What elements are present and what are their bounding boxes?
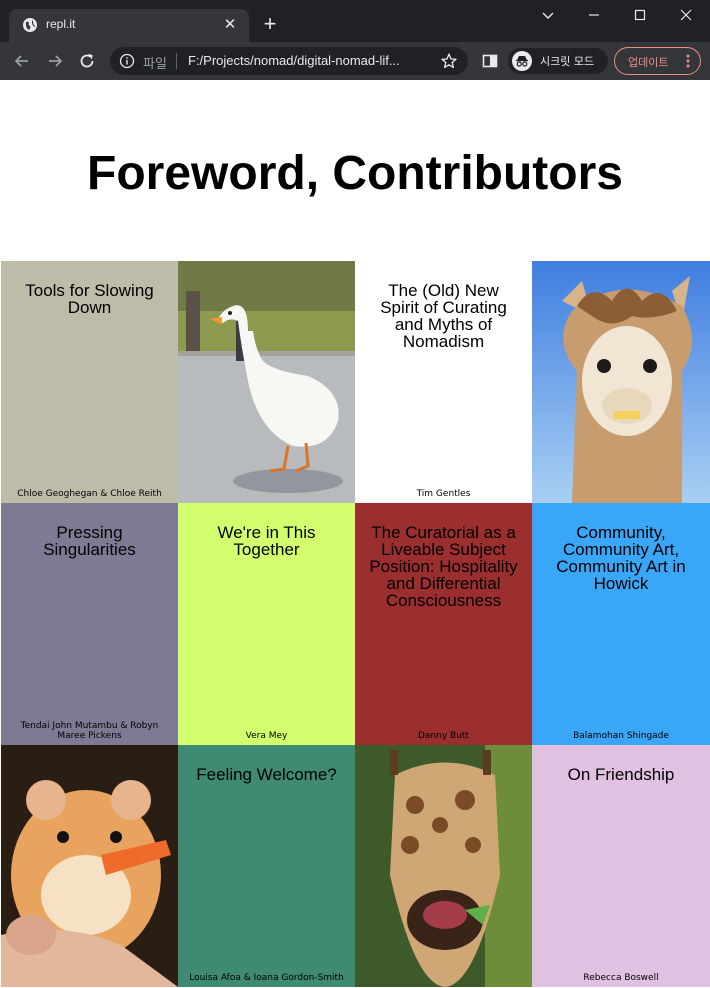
essay-title: We're in This Together: [217, 523, 316, 559]
incognito-label: 시크릿 모드: [540, 55, 595, 68]
reload-icon[interactable]: [77, 51, 97, 71]
update-label: 업데이트: [628, 56, 669, 69]
browser-tab[interactable]: repl.it ✕: [9, 9, 249, 42]
essay-title: The Curatorial as a Liveable Subject Pos…: [369, 523, 518, 610]
essay-author: Danny Butt: [418, 731, 469, 741]
plus-icon[interactable]: +: [260, 13, 280, 35]
essay-tile[interactable]: We're in This Together Vera Mey: [178, 503, 355, 745]
essay-author: Vera Mey: [245, 731, 288, 741]
forward-icon[interactable]: [45, 51, 65, 71]
essay-author: Tim Gentles: [416, 489, 471, 499]
globe-icon: [23, 18, 37, 32]
essay-grid: Tools for Slowing Down Chloe Geoghegan &…: [1, 261, 710, 987]
url-scheme-label: 파일: [143, 57, 167, 72]
chevron-down-icon[interactable]: [536, 5, 560, 25]
essay-author: Chloe Geoghegan & Chloe Reith: [17, 489, 162, 499]
browser-toolbar: 파일 F:/Projects/nomad/digital-nomad-lif..…: [0, 42, 710, 80]
divider: [176, 53, 177, 69]
essay-author: Tendai John Mutambu & Robyn Maree Picken…: [20, 721, 159, 741]
essay-title: Tools for Slowing Down: [25, 281, 154, 317]
window-close-icon[interactable]: [674, 5, 698, 25]
update-button[interactable]: 업데이트: [614, 47, 701, 75]
essay-tile[interactable]: On Friendship Rebecca Boswell: [532, 745, 710, 987]
essay-author: Rebecca Boswell: [583, 973, 659, 983]
tab-strip: repl.it ✕ +: [0, 0, 710, 42]
essay-tile[interactable]: Tools for Slowing Down Chloe Geoghegan &…: [1, 261, 178, 503]
essay-tile[interactable]: The Curatorial as a Liveable Subject Pos…: [355, 503, 532, 745]
giraffe-photo: [355, 745, 532, 987]
info-icon[interactable]: [119, 53, 135, 69]
kebab-icon[interactable]: [686, 53, 690, 69]
sidebar-icon[interactable]: [480, 51, 500, 71]
essay-tile[interactable]: Feeling Welcome? Louisa Afoa & Ioana Gor…: [178, 745, 355, 987]
page-title: Foreword, Contributors: [87, 147, 623, 200]
essay-title: On Friendship: [567, 765, 675, 784]
essay-tile[interactable]: The (Old) New Spirit of Curating and Myt…: [355, 261, 532, 503]
page-viewport: Foreword, Contributors Tools for Slowing…: [0, 80, 710, 988]
essay-author: Balamohan Shingade: [573, 731, 669, 741]
essay-title: Community, Community Art, Community Art …: [556, 523, 686, 593]
tab-title: repl.it: [46, 17, 76, 31]
hamster-photo: [1, 745, 178, 987]
essay-title: The (Old) New Spirit of Curating and Myt…: [380, 281, 507, 351]
address-bar[interactable]: 파일 F:/Projects/nomad/digital-nomad-lif..…: [110, 47, 468, 75]
essay-tile[interactable]: Community, Community Art, Community Art …: [532, 503, 710, 745]
incognito-indicator[interactable]: 시크릿 모드: [508, 48, 608, 74]
star-icon[interactable]: [440, 52, 458, 70]
back-icon[interactable]: [12, 51, 32, 71]
essay-title: Pressing Singularities: [43, 523, 136, 559]
incognito-icon: [512, 51, 532, 71]
url-text[interactable]: F:/Projects/nomad/digital-nomad-lif...: [188, 53, 436, 68]
minimize-icon[interactable]: [582, 5, 606, 25]
essay-title: Feeling Welcome?: [196, 765, 337, 784]
essay-author: Louisa Afoa & Ioana Gordon-Smith: [189, 973, 344, 983]
alpaca-photo: [532, 261, 710, 503]
maximize-icon[interactable]: [628, 5, 652, 25]
goose-photo: [178, 261, 355, 503]
essay-tile[interactable]: Pressing Singularities Tendai John Mutam…: [1, 503, 178, 745]
close-icon[interactable]: ✕: [221, 15, 239, 33]
